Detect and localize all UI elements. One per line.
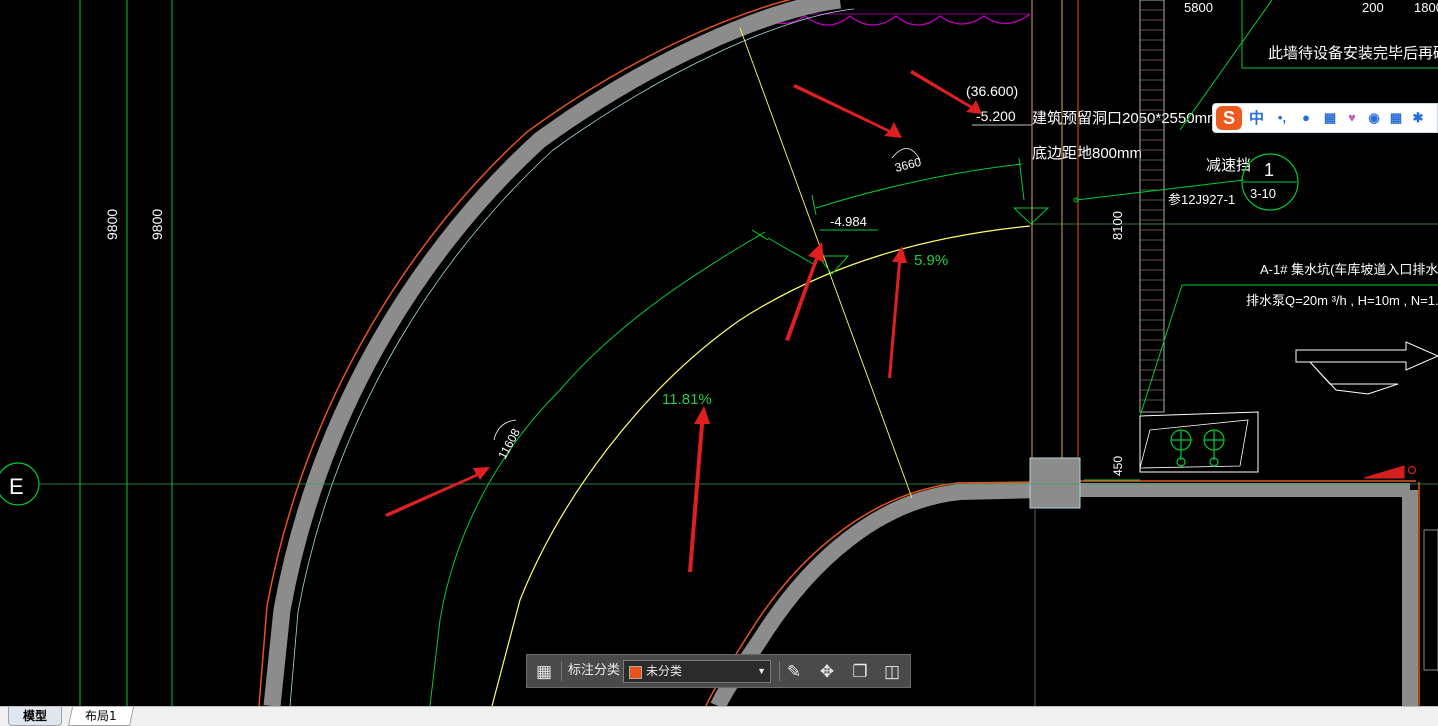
sogou-logo-icon[interactable]: S bbox=[1216, 106, 1242, 130]
level-elevation: -5.200 bbox=[976, 108, 1016, 124]
microphone-icon[interactable]: ● bbox=[1297, 109, 1315, 127]
toolbar-separator bbox=[561, 661, 562, 681]
slope-11-81: 11.81% bbox=[662, 391, 712, 408]
leader-line bbox=[1139, 284, 1183, 417]
right-panel bbox=[1423, 529, 1438, 671]
level-marker bbox=[1012, 207, 1050, 225]
ime-toolbar[interactable]: S 中 •, ● ▦ ♥ ◉ ▦ ✱ bbox=[1212, 103, 1438, 133]
dim-5800: 5800 bbox=[1184, 0, 1213, 15]
axis-label-e: E bbox=[9, 474, 24, 499]
dim-1800: 1800 bbox=[1414, 0, 1438, 15]
gear-icon[interactable]: ✱ bbox=[1409, 109, 1427, 127]
outer-ramp-wall-edge bbox=[258, 0, 792, 706]
note-wall: 此墙待设备安装完毕后再砌筑 bbox=[1268, 45, 1438, 62]
tab-layout1[interactable]: 布局1 bbox=[67, 707, 134, 726]
radial-line bbox=[739, 27, 913, 499]
level-4984: -4.984 bbox=[830, 214, 867, 229]
pump-note: 排水泵Q=20m ³/h , H=10m , N=1.5kW ( bbox=[1246, 293, 1438, 308]
detail-ref-std: 参12J927-1 bbox=[1168, 192, 1235, 207]
pump-symbol bbox=[1170, 429, 1225, 467]
copy-icon[interactable]: ❐ bbox=[849, 661, 871, 683]
tab-layout1-label: 布局1 bbox=[85, 709, 117, 723]
layout-tab-bar: 模型 布局1 bbox=[0, 706, 1438, 726]
direction-arrow bbox=[1295, 341, 1438, 371]
chevron-down-icon[interactable]: ▼ bbox=[757, 661, 766, 682]
punctuation-icon[interactable]: •, bbox=[1273, 109, 1291, 127]
slope-5-9: 5.9% bbox=[914, 252, 948, 269]
annotation-category-label: 标注分类 bbox=[568, 663, 621, 678]
dim-tick bbox=[811, 194, 817, 216]
dim-arc-3660 bbox=[815, 163, 1023, 209]
outer-ramp-wall bbox=[263, 0, 841, 706]
move-icon[interactable]: ✥ bbox=[816, 661, 838, 683]
robot-icon[interactable]: ◉ bbox=[1365, 109, 1383, 127]
category-color-swatch bbox=[629, 666, 642, 679]
apps-grid-icon[interactable]: ▦ bbox=[1387, 109, 1405, 127]
drain-symbol bbox=[1363, 465, 1405, 479]
annotation-category-select[interactable]: 未分类 ▼ bbox=[623, 660, 771, 683]
dim-8100: 8100 bbox=[1110, 211, 1125, 240]
note-opening: 建筑预留洞口2050*2550mm bbox=[1032, 110, 1220, 127]
direction-arrow bbox=[1309, 361, 1399, 395]
skin-icon[interactable]: ♥ bbox=[1343, 109, 1361, 127]
dim-9800-a: 9800 bbox=[104, 209, 120, 240]
sump-note: A-1# 集水坑(车库坡道入口排水),尺寸2.0 bbox=[1260, 262, 1438, 277]
apps-grid-icon[interactable]: ▦ bbox=[533, 661, 555, 683]
annotation-toolbar: ▦ 标注分类 未分类 ▼ ✎ ✥ ❐ ◫ bbox=[526, 654, 911, 688]
level-elevation-top: (36.600) bbox=[966, 83, 1018, 99]
dim-450: 450 bbox=[1111, 456, 1125, 476]
column bbox=[1029, 457, 1081, 509]
drain-dot bbox=[1407, 465, 1417, 475]
dim-200: 200 bbox=[1362, 0, 1384, 15]
keyboard-icon[interactable]: ▦ bbox=[1321, 109, 1339, 127]
detail-ref-number: 1 bbox=[1264, 160, 1274, 180]
dim-11608: 11608 bbox=[495, 426, 523, 462]
ime-language-toggle[interactable]: 中 bbox=[1249, 107, 1264, 128]
toolbar-separator bbox=[779, 661, 780, 681]
red-annotation-arrows bbox=[385, 70, 982, 572]
dim-9800-b: 9800 bbox=[149, 209, 165, 240]
sump-pit-inner bbox=[1139, 419, 1249, 469]
annotation-category-value: 未分类 bbox=[646, 664, 683, 678]
brick-hatch bbox=[1140, 9, 1164, 401]
edit-icon[interactable]: ✎ bbox=[783, 661, 805, 683]
paste-icon[interactable]: ◫ bbox=[881, 661, 903, 683]
tab-model[interactable]: 模型 bbox=[8, 707, 63, 726]
detail-ref-sheet: 3-10 bbox=[1250, 186, 1276, 201]
dim-leader bbox=[767, 237, 816, 266]
note-sill: 底边距地800mm bbox=[1032, 145, 1142, 162]
